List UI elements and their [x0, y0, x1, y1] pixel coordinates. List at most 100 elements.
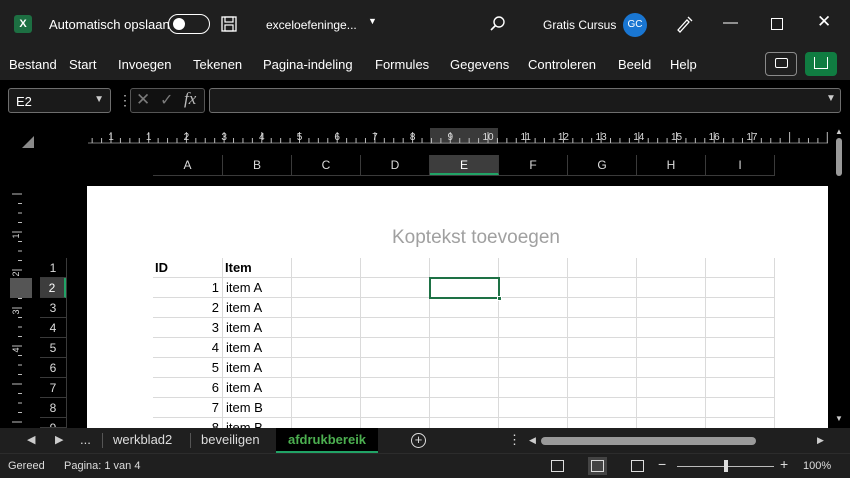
table-cell[interactable]: [706, 298, 775, 318]
menu-invoegen[interactable]: Invoegen: [118, 57, 172, 72]
table-cell[interactable]: [361, 398, 430, 418]
table-cell[interactable]: [361, 418, 430, 428]
table-cell[interactable]: [706, 318, 775, 338]
table-cell[interactable]: [568, 298, 637, 318]
table-cell[interactable]: 5: [153, 358, 223, 378]
table-cell[interactable]: [292, 418, 361, 428]
table-cell[interactable]: [637, 298, 706, 318]
table-cell[interactable]: [637, 358, 706, 378]
sheet-tab-afdrukbereik[interactable]: afdrukbereik: [276, 428, 379, 453]
table-cell[interactable]: [706, 358, 775, 378]
row-header-8[interactable]: 8: [40, 398, 66, 418]
share-button[interactable]: [805, 52, 837, 76]
table-cell[interactable]: [637, 338, 706, 358]
table-cell[interactable]: [292, 398, 361, 418]
table-cell[interactable]: [499, 398, 568, 418]
row-header-5[interactable]: 5: [40, 338, 66, 358]
column-header-a[interactable]: A: [153, 155, 223, 175]
table-cell[interactable]: [361, 338, 430, 358]
table-cell[interactable]: 7: [153, 398, 223, 418]
fill-handle[interactable]: [497, 296, 502, 301]
enter-icon[interactable]: ✓: [160, 90, 173, 110]
table-cell[interactable]: [499, 418, 568, 428]
table-cell[interactable]: item B: [223, 418, 292, 428]
header-cell[interactable]: ID: [153, 258, 223, 278]
table-cell[interactable]: [292, 298, 361, 318]
table-cell[interactable]: [706, 398, 775, 418]
table-cell[interactable]: [568, 418, 637, 428]
sheet-overflow[interactable]: ...: [80, 428, 91, 453]
avatar[interactable]: GC: [623, 13, 647, 37]
zoom-out-icon[interactable]: −: [658, 456, 666, 472]
name-box[interactable]: E2 ▼: [8, 88, 111, 113]
close-icon[interactable]: ✕: [817, 12, 831, 32]
table-cell[interactable]: [499, 318, 568, 338]
table-cell[interactable]: 6: [153, 378, 223, 398]
row-header-2[interactable]: 2: [40, 278, 66, 298]
table-cell[interactable]: item A: [223, 378, 292, 398]
sheet-tab-werkblad2[interactable]: werkblad2: [113, 428, 172, 453]
page-header-placeholder[interactable]: Koptekst toevoegen: [392, 227, 560, 249]
row-header-3[interactable]: 3: [40, 298, 66, 318]
table-cell[interactable]: [637, 398, 706, 418]
row-header-6[interactable]: 6: [40, 358, 66, 378]
horizontal-scroll-thumb[interactable]: [541, 437, 756, 445]
pen-icon[interactable]: [674, 14, 694, 34]
row-header-9[interactable]: 9: [40, 418, 66, 428]
table-cell[interactable]: [499, 298, 568, 318]
table-cell[interactable]: 4: [153, 338, 223, 358]
table-cell[interactable]: [292, 358, 361, 378]
table-cell[interactable]: [499, 358, 568, 378]
next-sheet-icon[interactable]: ▶: [55, 433, 63, 446]
menu-gegevens[interactable]: Gegevens: [450, 57, 509, 72]
table-cell[interactable]: [637, 318, 706, 338]
zoom-level[interactable]: 100%: [803, 460, 831, 472]
table-cell[interactable]: [430, 338, 499, 358]
header-cell[interactable]: [706, 258, 775, 278]
table-cell[interactable]: 2: [153, 298, 223, 318]
table-cell[interactable]: 1: [153, 278, 223, 298]
table-cell[interactable]: [361, 278, 430, 298]
scroll-up-icon[interactable]: ▲: [835, 127, 843, 136]
menu-controleren[interactable]: Controleren: [528, 57, 596, 72]
table-cell[interactable]: [568, 318, 637, 338]
column-header-i[interactable]: I: [706, 155, 775, 175]
function-icon[interactable]: fx: [184, 89, 196, 109]
table-cell[interactable]: [430, 298, 499, 318]
table-cell[interactable]: item A: [223, 298, 292, 318]
header-cell[interactable]: [637, 258, 706, 278]
table-cell[interactable]: [499, 338, 568, 358]
table-cell[interactable]: [292, 278, 361, 298]
table-cell[interactable]: item A: [223, 358, 292, 378]
table-cell[interactable]: [706, 338, 775, 358]
select-all-corner[interactable]: [22, 136, 34, 148]
table-cell[interactable]: [292, 318, 361, 338]
row-header-1[interactable]: 1: [40, 258, 66, 278]
comments-button[interactable]: [765, 52, 797, 76]
zoom-in-icon[interactable]: +: [780, 456, 788, 472]
chevron-down-icon[interactable]: ▼: [94, 94, 104, 105]
table-cell[interactable]: [361, 358, 430, 378]
table-cell[interactable]: [361, 298, 430, 318]
header-cell[interactable]: [430, 258, 499, 278]
menu-help[interactable]: Help: [670, 57, 697, 72]
table-cell[interactable]: [568, 338, 637, 358]
maximize-icon[interactable]: [771, 18, 783, 30]
column-header-e[interactable]: E: [430, 155, 499, 175]
table-cell[interactable]: [568, 378, 637, 398]
more-options-icon[interactable]: ⋮: [508, 432, 521, 448]
table-cell[interactable]: [292, 338, 361, 358]
formula-input[interactable]: [209, 88, 841, 113]
table-cell[interactable]: 8: [153, 418, 223, 428]
table-cell[interactable]: [430, 378, 499, 398]
cancel-icon[interactable]: ✕: [136, 90, 150, 110]
file-name[interactable]: exceloefeninge...: [266, 18, 357, 32]
table-cell[interactable]: [568, 278, 637, 298]
menu-start[interactable]: Start: [69, 57, 96, 72]
table-cell[interactable]: [568, 358, 637, 378]
scroll-down-icon[interactable]: ▼: [835, 414, 843, 423]
page-break-view-icon[interactable]: [631, 460, 644, 472]
selected-cell[interactable]: [429, 277, 502, 301]
user-name[interactable]: Gratis Cursus: [543, 18, 616, 32]
table-cell[interactable]: 3: [153, 318, 223, 338]
